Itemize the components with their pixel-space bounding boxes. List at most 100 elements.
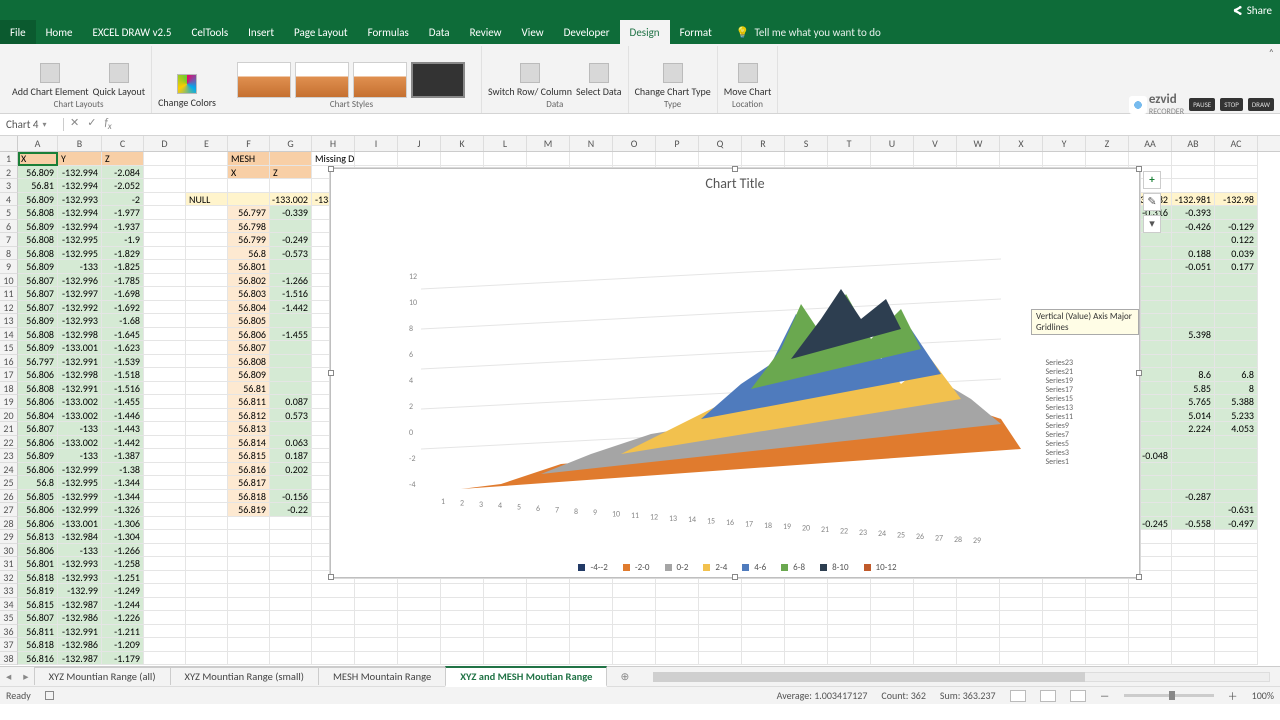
cell[interactable] [1000, 611, 1043, 625]
cell[interactable]: -1.304 [102, 530, 144, 544]
cell[interactable]: -1.455 [102, 395, 144, 409]
cell[interactable] [570, 152, 613, 166]
cell[interactable] [355, 598, 398, 612]
cell[interactable] [144, 193, 186, 207]
cell[interactable] [656, 584, 699, 598]
cell[interactable]: -132.986 [58, 638, 102, 652]
cell[interactable] [441, 598, 484, 612]
cell[interactable]: -132.994 [58, 220, 102, 234]
cell[interactable]: 56.806 [228, 328, 270, 342]
cell[interactable] [144, 247, 186, 261]
cell[interactable] [144, 436, 186, 450]
tab-home[interactable]: Home [36, 20, 83, 44]
cell[interactable] [1043, 152, 1086, 166]
cell[interactable]: 8 [1215, 382, 1258, 396]
zoom-in-button[interactable]: ＋ [1228, 688, 1238, 703]
select-data-button[interactable]: Select Data [576, 63, 622, 98]
cell[interactable]: 56.803 [228, 287, 270, 301]
col-header-V[interactable]: V [914, 136, 957, 151]
cell[interactable]: NULL [186, 193, 228, 207]
cell[interactable] [186, 220, 228, 234]
cell[interactable] [186, 530, 228, 544]
tab-page-layout[interactable]: Page Layout [284, 20, 358, 44]
formula-input[interactable] [118, 118, 1280, 131]
cell[interactable] [1215, 274, 1258, 288]
cell[interactable] [1000, 638, 1043, 652]
cell[interactable] [398, 625, 441, 639]
cell[interactable] [144, 328, 186, 342]
cell[interactable]: Z [270, 166, 312, 180]
cell[interactable]: 56.809 [18, 314, 58, 328]
cell[interactable] [527, 152, 570, 166]
cell[interactable] [1172, 274, 1215, 288]
row-header[interactable]: 4 [0, 193, 18, 207]
cell[interactable]: -1.518 [102, 368, 144, 382]
chevron-down-icon[interactable]: ▾ [43, 120, 47, 130]
cell[interactable] [270, 476, 312, 490]
cell[interactable] [228, 584, 270, 598]
cell[interactable] [186, 517, 228, 531]
cell[interactable] [1043, 652, 1086, 666]
col-header-C[interactable]: C [102, 136, 144, 151]
cell[interactable]: -1.211 [102, 625, 144, 639]
cell[interactable] [1172, 179, 1215, 193]
cell[interactable]: -132.992 [58, 301, 102, 315]
row-header[interactable]: 36 [0, 625, 18, 639]
cell[interactable] [186, 598, 228, 612]
tab-data[interactable]: Data [419, 20, 460, 44]
cell[interactable]: -133.002 [58, 409, 102, 423]
col-header-D[interactable]: D [144, 136, 186, 151]
cell[interactable]: -1.455 [270, 328, 312, 342]
row-header[interactable]: 17 [0, 368, 18, 382]
cell[interactable]: -0.631 [1215, 503, 1258, 517]
cell[interactable]: MESH [228, 152, 270, 166]
cell[interactable] [742, 625, 785, 639]
cell[interactable] [144, 314, 186, 328]
cell[interactable] [355, 638, 398, 652]
cell[interactable] [828, 611, 871, 625]
cell[interactable]: -1.443 [102, 422, 144, 436]
row-header[interactable]: 11 [0, 287, 18, 301]
cell[interactable]: -133.002 [58, 436, 102, 450]
cell[interactable] [1172, 544, 1215, 558]
col-header-O[interactable]: O [613, 136, 656, 151]
ezvid-draw[interactable]: DRAW [1248, 98, 1274, 111]
cell[interactable]: 5.85 [1172, 382, 1215, 396]
cell[interactable] [270, 517, 312, 531]
row-header[interactable]: 37 [0, 638, 18, 652]
cell[interactable] [270, 598, 312, 612]
cell[interactable]: -132.987 [58, 652, 102, 666]
cell[interactable]: -132.999 [58, 490, 102, 504]
cell[interactable] [1086, 638, 1129, 652]
cell[interactable]: -1.623 [102, 341, 144, 355]
cell[interactable]: -1.251 [102, 571, 144, 585]
cell[interactable]: 56.811 [228, 395, 270, 409]
cell[interactable] [1172, 436, 1215, 450]
col-header-G[interactable]: G [270, 136, 312, 151]
record-macro-icon[interactable] [45, 691, 54, 700]
cell[interactable] [186, 557, 228, 571]
cell[interactable]: -1.825 [102, 260, 144, 274]
cell[interactable] [1043, 638, 1086, 652]
cell[interactable]: Z [102, 152, 144, 166]
cell[interactable]: -132.999 [58, 503, 102, 517]
row-header[interactable]: 34 [0, 598, 18, 612]
col-header-T[interactable]: T [828, 136, 871, 151]
cell[interactable]: -132.991 [58, 382, 102, 396]
cell[interactable] [228, 179, 270, 193]
cell[interactable]: -1.9 [102, 233, 144, 247]
row-header[interactable]: 30 [0, 544, 18, 558]
cell[interactable]: -132.996 [58, 274, 102, 288]
cell[interactable] [1000, 652, 1043, 666]
cell[interactable] [186, 382, 228, 396]
cell[interactable]: -132.993 [58, 557, 102, 571]
cell[interactable] [186, 476, 228, 490]
cell[interactable]: 56.806 [18, 503, 58, 517]
cell[interactable]: 56.806 [18, 463, 58, 477]
cell[interactable]: -132.99 [58, 584, 102, 598]
cell[interactable] [270, 544, 312, 558]
sheet-nav-prev[interactable]: ◂ [0, 670, 17, 683]
cell[interactable] [1086, 625, 1129, 639]
cell[interactable]: 56.81 [18, 179, 58, 193]
cell[interactable] [484, 584, 527, 598]
